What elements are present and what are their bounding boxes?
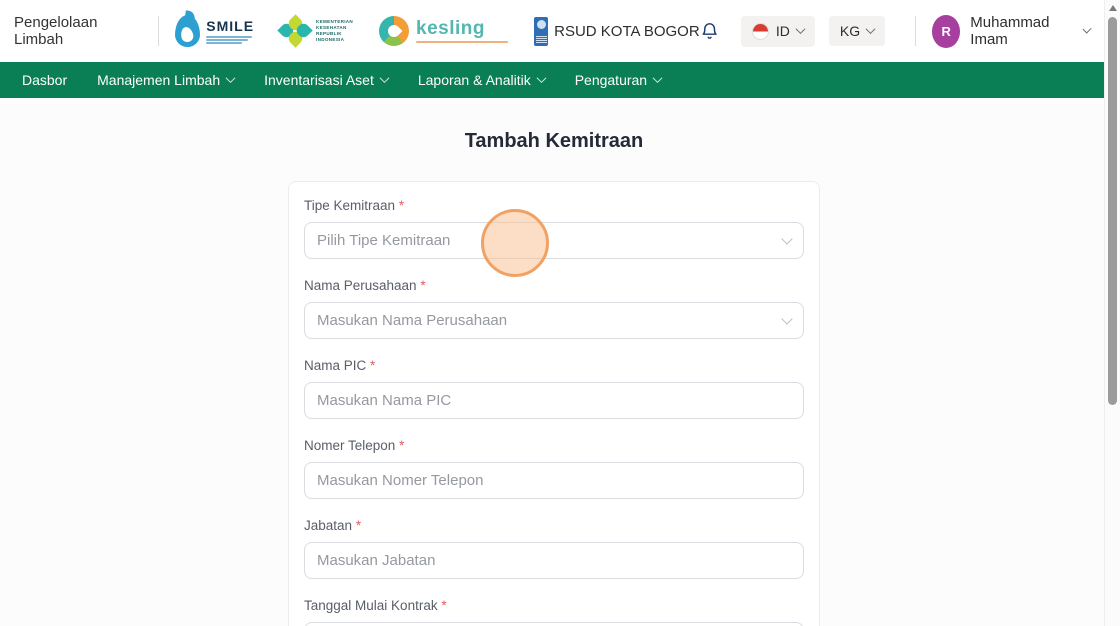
chevron-down-icon <box>225 72 236 83</box>
kemenkes-logo: KEMENTERIAN KESEHATAN REPUBLIK INDONESIA <box>277 14 354 48</box>
undp-logo <box>534 16 549 46</box>
notification-bell-icon[interactable] <box>700 19 719 43</box>
chevron-down-icon <box>536 72 547 83</box>
user-menu[interactable]: R Muhammad Imam <box>932 14 1092 48</box>
field-label: Tanggal Mulai Kontrak <box>304 598 438 613</box>
header-divider <box>158 16 160 46</box>
chevron-down-icon <box>865 23 876 34</box>
required-asterisk: * <box>370 358 376 373</box>
facility-name: RSUD KOTA BOGOR <box>554 22 700 40</box>
field-nama-perusahaan: Nama Perusahaan * Masukan Nama Perusahaa… <box>304 278 804 339</box>
field-nama-pic: Nama PIC * <box>304 358 804 419</box>
main-content: Tambah Kemitraan Tipe Kemitraan * Pilih … <box>288 130 820 626</box>
smile-logo-label: SMILE <box>206 17 255 34</box>
language-code: ID <box>775 23 790 39</box>
field-tanggal-mulai-kontrak: Tanggal Mulai Kontrak * <box>304 598 804 626</box>
field-jabatan: Jabatan * <box>304 518 804 579</box>
required-asterisk: * <box>441 598 447 613</box>
chevron-down-icon <box>781 232 793 245</box>
kemenkes-icon <box>277 14 313 48</box>
language-selector[interactable]: ID <box>740 15 815 47</box>
page-scrollbar[interactable] <box>1104 0 1120 626</box>
field-label: Nomer Telepon <box>304 438 396 453</box>
scrollbar-up-arrow-icon[interactable] <box>1109 5 1117 11</box>
field-label: Nama Perusahaan <box>304 278 417 293</box>
chevron-down-icon <box>652 72 663 83</box>
smile-logo-subtitle <box>206 35 254 45</box>
nomer-telepon-input[interactable] <box>304 462 804 499</box>
nav-item-dasbor[interactable]: Dasbor <box>22 72 67 88</box>
kemitraan-form-card: Tipe Kemitraan * Pilih Tipe Kemitraan Na… <box>288 181 820 626</box>
field-tipe-kemitraan: Tipe Kemitraan * Pilih Tipe Kemitraan <box>304 198 804 259</box>
chevron-down-icon <box>379 72 390 83</box>
main-navbar: Dasbor Manajemen Limbah Inventarisasi As… <box>0 62 1120 98</box>
smile-drop-icon <box>175 15 201 47</box>
unit-code: KG <box>839 23 861 39</box>
chevron-down-icon <box>1082 23 1092 34</box>
kesling-logo: kesling <box>379 16 509 46</box>
kemenkes-logo-text: KEMENTERIAN KESEHATAN REPUBLIK INDONESIA <box>316 19 354 42</box>
smile-logo: SMILE <box>175 15 254 47</box>
nav-item-manajemen-limbah[interactable]: Manajemen Limbah <box>97 72 236 88</box>
kesling-logo-subtitle <box>416 40 509 43</box>
required-asterisk: * <box>399 438 405 453</box>
jabatan-input[interactable] <box>304 542 804 579</box>
chevron-down-icon <box>781 312 793 325</box>
required-asterisk: * <box>420 278 426 293</box>
scrollbar-thumb[interactable] <box>1108 17 1117 405</box>
user-name: Muhammad Imam <box>970 14 1050 48</box>
field-nomer-telepon: Nomer Telepon * <box>304 438 804 499</box>
nama-perusahaan-select[interactable]: Masukan Nama Perusahaan <box>304 302 804 339</box>
nav-item-inventarisasi-aset[interactable]: Inventarisasi Aset <box>264 72 390 88</box>
unit-selector[interactable]: KG <box>828 16 886 46</box>
header-divider <box>915 16 917 46</box>
avatar: R <box>932 14 961 48</box>
field-label: Tipe Kemitraan <box>304 198 396 213</box>
chevron-down-icon <box>795 23 806 34</box>
required-asterisk: * <box>398 198 405 213</box>
kesling-logo-label: kesling <box>416 17 486 39</box>
indonesia-flag-icon <box>751 22 769 40</box>
tipe-kemitraan-select[interactable]: Pilih Tipe Kemitraan <box>304 222 804 259</box>
kesling-icon <box>379 16 410 46</box>
nama-pic-input[interactable] <box>304 382 804 419</box>
nav-item-laporan-analitik[interactable]: Laporan & Analitik <box>418 72 547 88</box>
page-title: Tambah Kemitraan <box>464 130 644 152</box>
tanggal-mulai-kontrak-datepicker[interactable] <box>304 622 804 626</box>
field-label: Jabatan <box>304 518 353 533</box>
top-header: Pengelolaan Limbah SMILE KEMENTERIAN KES… <box>0 0 1120 62</box>
required-asterisk: * <box>355 518 362 533</box>
app-title: Pengelolaan Limbah <box>14 14 98 48</box>
field-label: Nama PIC <box>304 358 367 373</box>
nav-item-pengaturan[interactable]: Pengaturan <box>575 72 663 88</box>
